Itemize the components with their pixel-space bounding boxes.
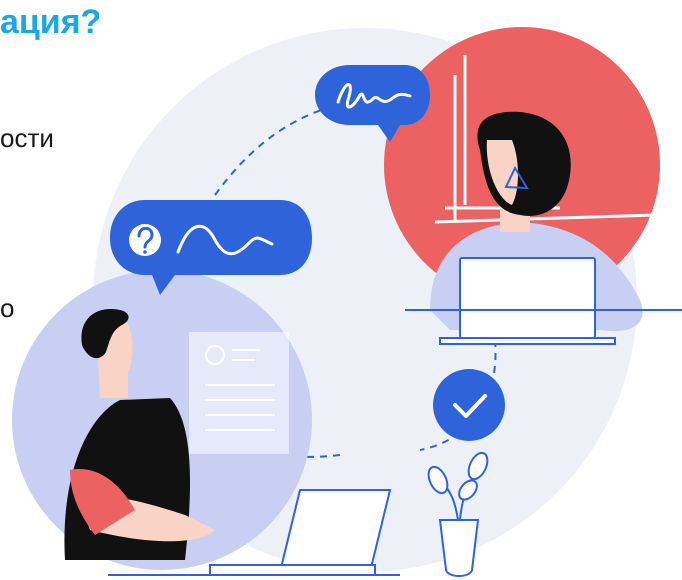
video-interview-illustration <box>12 27 682 577</box>
check-badge <box>433 369 505 441</box>
document-icon <box>189 332 289 454</box>
